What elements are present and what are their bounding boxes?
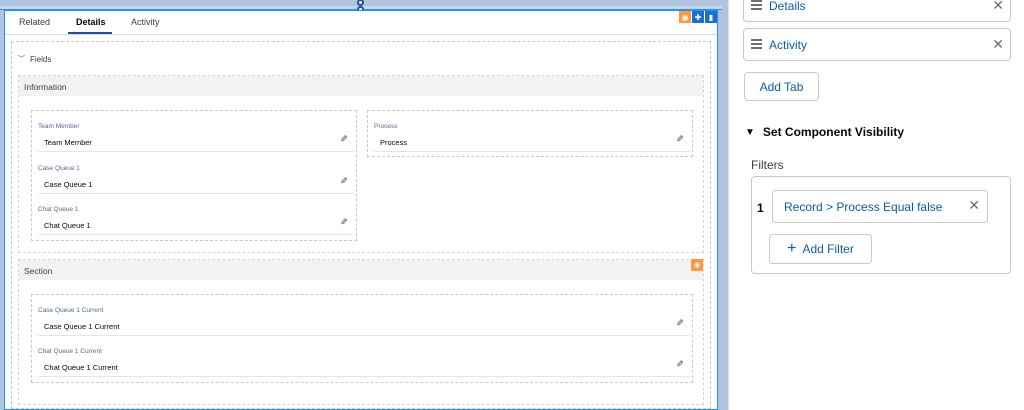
field-divider bbox=[38, 193, 354, 194]
component-tab-bar: Related Details Activity ◉ ✚ ▮ bbox=[5, 11, 717, 35]
section-header: Information bbox=[19, 76, 703, 96]
visibility-section-header[interactable]: ▼ Set Component Visibility bbox=[745, 125, 904, 139]
field-divider bbox=[38, 151, 354, 152]
plus-icon: + bbox=[787, 240, 797, 257]
add-filter-label: Add Filter bbox=[802, 242, 854, 256]
drag-handle-icon[interactable] bbox=[751, 39, 762, 49]
filter-index: 1 bbox=[757, 201, 764, 215]
fields-header[interactable]: ﹀ Fields bbox=[18, 54, 51, 64]
tab-row-label[interactable]: Activity bbox=[769, 38, 807, 52]
pencil-icon[interactable]: ✎ bbox=[337, 218, 348, 226]
component-toolbar: ◉ ✚ ▮ bbox=[678, 11, 717, 23]
field-label: Team Member bbox=[38, 123, 80, 130]
field-column-full[interactable]: Case Queue 1 Current Case Queue 1 Curren… bbox=[31, 294, 693, 383]
properties-panel: Details ✕ Activity ✕ Add Tab ▼ Set Compo… bbox=[728, 0, 1024, 410]
field-divider bbox=[38, 376, 690, 377]
field-label: Chat Queue 1 Current bbox=[38, 348, 102, 355]
filter-pill[interactable]: Record > Process Equal false ✕ bbox=[772, 190, 988, 223]
field-label: Chat Queue 1 bbox=[38, 206, 79, 213]
builder-canvas: Related Details Activity ◉ ✚ ▮ ﹀ Fields … bbox=[0, 0, 728, 410]
close-icon[interactable]: ✕ bbox=[992, 36, 1004, 53]
section-title: Section bbox=[24, 266, 53, 276]
field-label: Case Queue 1 Current bbox=[38, 307, 104, 314]
close-icon[interactable]: ✕ bbox=[992, 0, 1004, 14]
field-value: Case Queue 1 bbox=[44, 180, 93, 189]
drag-handle-icon[interactable] bbox=[751, 0, 762, 10]
filter-pill-label[interactable]: Record > Process Equal false bbox=[784, 200, 942, 214]
add-tab-label: Add Tab bbox=[759, 79, 804, 94]
eye-icon[interactable]: ◉ bbox=[691, 259, 703, 271]
tabs-component[interactable]: Related Details Activity ◉ ✚ ▮ ﹀ Fields … bbox=[4, 10, 718, 410]
record-detail-fields[interactable]: ﹀ Fields Information Team Member Team Me… bbox=[11, 41, 711, 409]
section-title: Information bbox=[24, 82, 67, 92]
field-column-right[interactable]: Process Process ✎ bbox=[367, 110, 693, 157]
field-label: Process bbox=[374, 123, 398, 130]
add-tab-button[interactable]: Add Tab bbox=[744, 72, 819, 101]
pencil-icon[interactable]: ✎ bbox=[673, 135, 684, 143]
eye-icon[interactable]: ◉ bbox=[679, 11, 691, 23]
pencil-icon[interactable]: ✎ bbox=[673, 360, 684, 368]
field-divider bbox=[38, 234, 354, 235]
field-value: Chat Queue 1 bbox=[44, 221, 91, 230]
pencil-icon[interactable]: ✎ bbox=[337, 177, 348, 185]
pencil-icon[interactable]: ✎ bbox=[337, 135, 348, 143]
section-header: Section bbox=[19, 260, 703, 280]
active-tab-indicator bbox=[68, 32, 112, 34]
field-divider bbox=[374, 151, 690, 152]
pencil-icon[interactable]: ✎ bbox=[673, 319, 684, 327]
section-section[interactable]: Section ◉ Case Queue 1 Current Case Queu… bbox=[18, 259, 704, 405]
fields-header-label: Fields bbox=[30, 54, 52, 64]
tab-row-label[interactable]: Details bbox=[769, 0, 806, 13]
tab-row-activity[interactable]: Activity ✕ bbox=[743, 28, 1011, 61]
filters-label: Filters bbox=[751, 158, 784, 172]
visibility-heading: Set Component Visibility bbox=[762, 125, 905, 139]
tab-activity[interactable]: Activity bbox=[131, 17, 160, 27]
tab-related[interactable]: Related bbox=[19, 17, 50, 27]
field-column-left[interactable]: Team Member Team Member ✎ Case Queue 1 C… bbox=[31, 110, 357, 241]
field-value: Team Member bbox=[44, 138, 92, 147]
delete-icon[interactable]: ▮ bbox=[705, 11, 717, 23]
chevron-down-icon: ▼ bbox=[745, 126, 755, 138]
tab-row-details[interactable]: Details ✕ bbox=[743, 0, 1011, 22]
field-label: Case Queue 1 bbox=[38, 165, 80, 172]
tab-details[interactable]: Details bbox=[76, 17, 106, 27]
chevron-down-icon: ﹀ bbox=[18, 56, 25, 63]
add-filter-button[interactable]: + Add Filter bbox=[769, 234, 872, 264]
close-icon[interactable]: ✕ bbox=[968, 197, 980, 214]
field-value: Case Queue 1 Current bbox=[44, 322, 120, 331]
field-divider bbox=[38, 335, 690, 336]
section-information[interactable]: Information Team Member Team Member ✎ Ca… bbox=[18, 75, 704, 253]
field-value: Process bbox=[380, 138, 408, 147]
filters-container: 1 Record > Process Equal false ✕ + Add F… bbox=[751, 176, 1011, 274]
move-icon[interactable]: ✚ bbox=[692, 11, 704, 23]
field-value: Chat Queue 1 Current bbox=[44, 363, 118, 372]
